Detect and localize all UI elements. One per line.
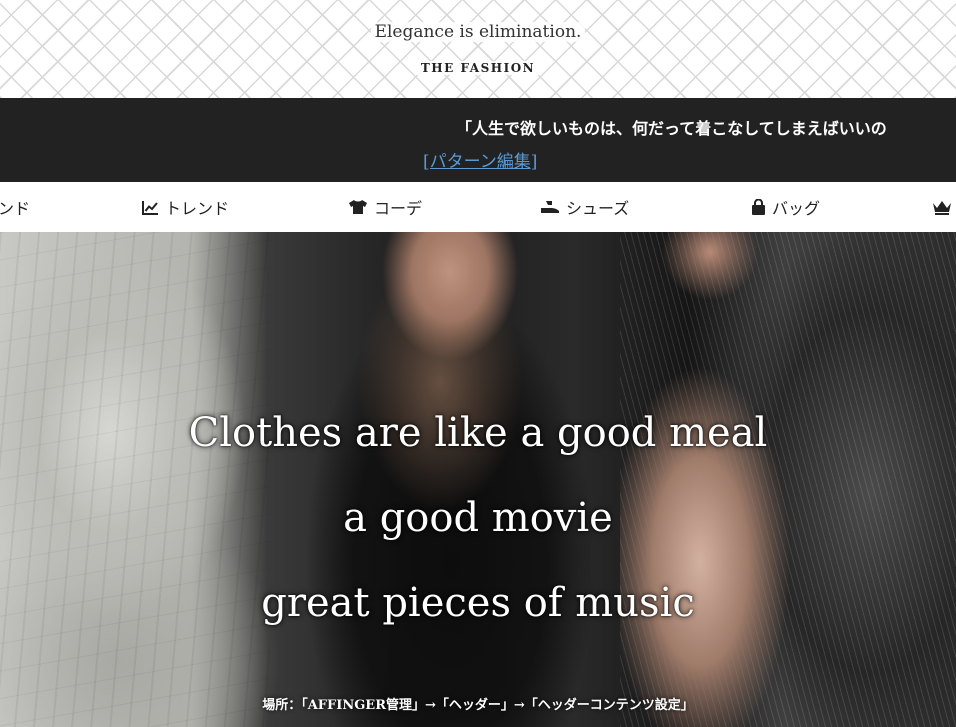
pattern-edit-link[interactable]: [パターン編集] [423, 147, 537, 172]
site-title[interactable]: THE FASHION [0, 61, 956, 75]
hero-text-line-2: a good movie [343, 495, 613, 541]
nav-item-label: シューズ [566, 199, 630, 218]
header-quote: 「人生で欲しいものは、何だって着こなしてしまえばいいの [456, 119, 887, 138]
hero-model-right [620, 232, 956, 727]
trend-chart-icon [142, 200, 158, 215]
hero-text-line-3: great pieces of music [261, 580, 695, 626]
nav-item-label: バッグ [772, 199, 821, 218]
nav-item-bags[interactable]: バッグ [751, 182, 820, 232]
nav-item-label: トレンド [165, 199, 230, 218]
crown-icon [933, 201, 951, 215]
nav-item-ranking[interactable] [932, 182, 956, 232]
bag-icon [752, 198, 765, 215]
nav-item-trend[interactable]: トレンド [142, 182, 229, 232]
hero-image: Clothes are like a good meal a good movi… [0, 232, 956, 727]
nav-item-label: コーデ [374, 199, 423, 218]
header-info-bar: 「人生で欲しいものは、何だって着こなしてしまえばいいの [パターン編集] [0, 98, 956, 182]
hero-background-wall [0, 232, 270, 727]
shoe-icon [541, 201, 559, 213]
site-header: Elegance is elimination. THE FASHION [0, 0, 956, 98]
hero-model-left [260, 232, 620, 727]
site-tagline: Elegance is elimination. [0, 22, 956, 42]
nav-item-label: ンド [0, 199, 31, 218]
nav-item-brand[interactable]: ンド [0, 182, 30, 232]
hero-text-line-1: Clothes are like a good meal [188, 410, 768, 456]
nav-item-coordinate[interactable]: コーデ [348, 182, 422, 232]
tshirt-icon [349, 200, 367, 214]
hero-settings-location: 場所：「AFFINGER管理」→「ヘッダー」→「ヘッダーコンテンツ設定」 [262, 698, 694, 713]
main-nav: ンド トレンド コーデ シューズ バッグ [0, 182, 956, 232]
nav-item-shoes[interactable]: シューズ [540, 182, 629, 232]
